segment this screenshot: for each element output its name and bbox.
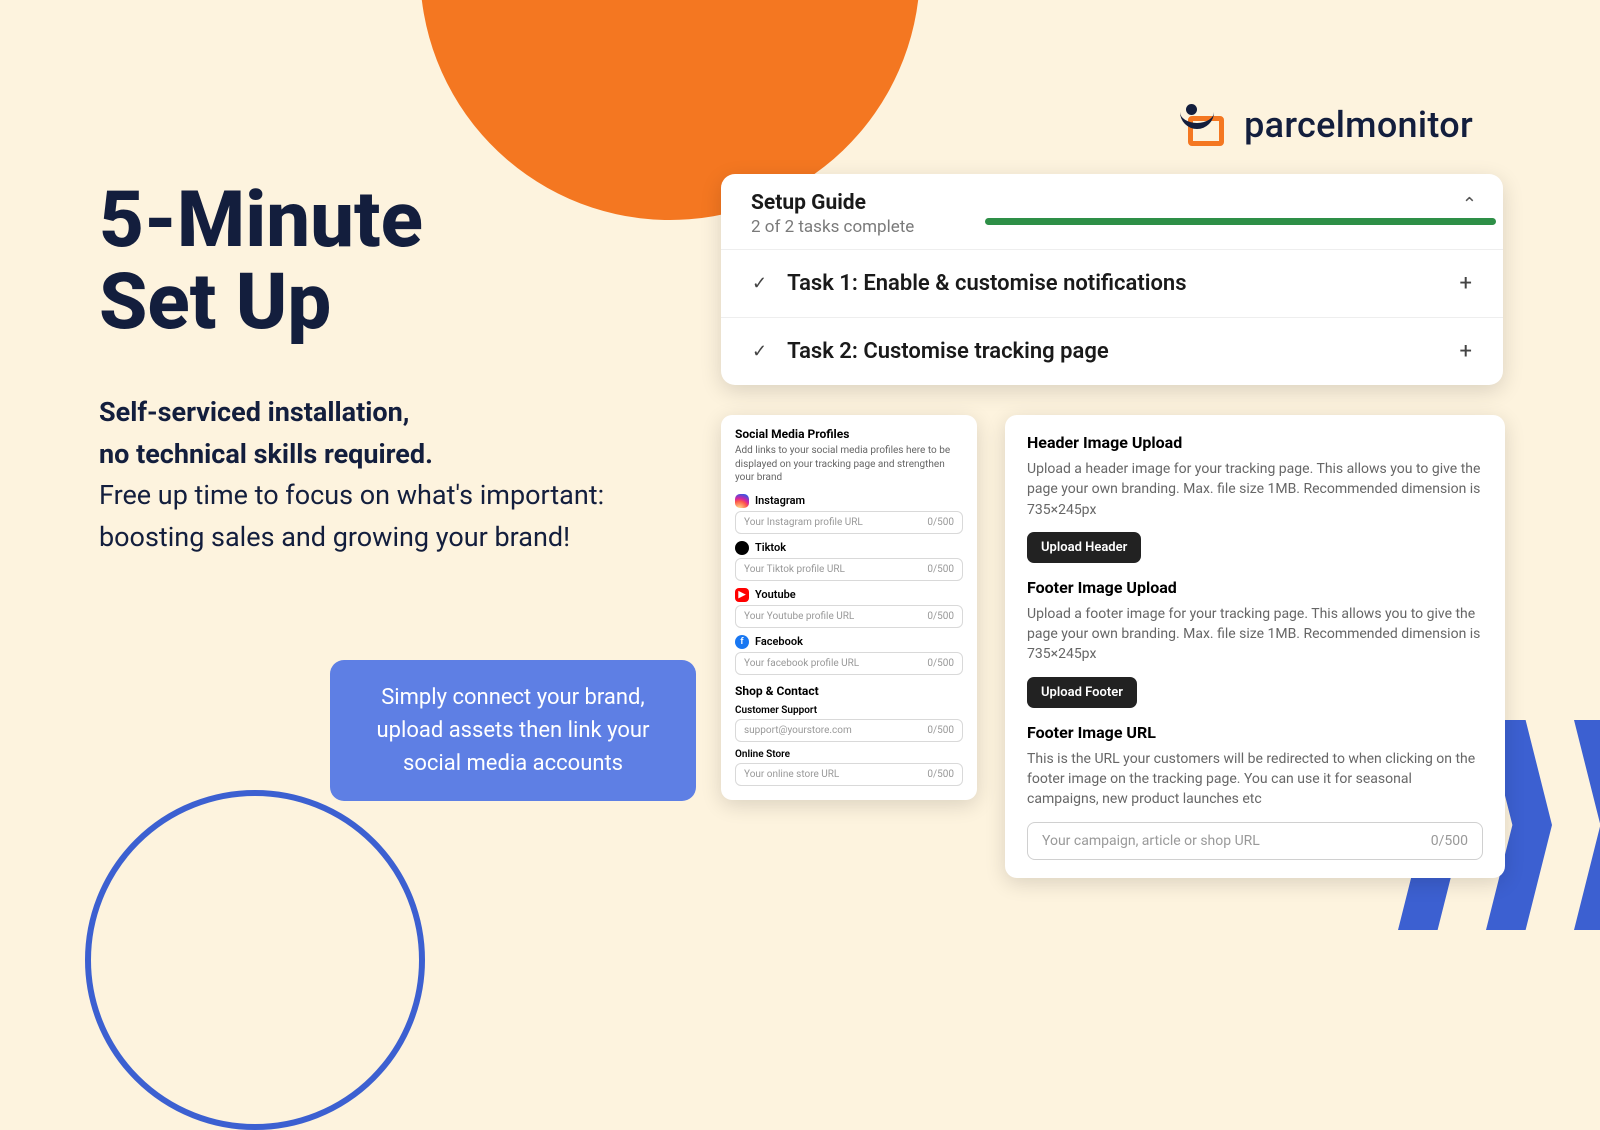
upload-card: Header Image Upload Upload a header imag… [1005,415,1505,878]
facebook-input[interactable]: Your facebook profile URL 0/500 [735,652,963,675]
callout-box: Simply connect your brand, upload assets… [330,660,696,801]
setup-guide-title: Setup Guide [751,191,1473,215]
task-title: Task 1: Enable & customise notifications [787,271,1186,296]
social-facebook: fFacebook Your facebook profile URL 0/50… [735,635,963,675]
setup-guide-card: Setup Guide 2 of 2 tasks complete ⌃ ✓ Ta… [721,174,1503,385]
customer-support-label: Customer Support [735,705,963,716]
social-instagram: Instagram Your Instagram profile URL 0/5… [735,494,963,534]
hero-subtext: Self-serviced installation, no technical… [99,392,619,559]
tiktok-input[interactable]: Your Tiktok profile URL 0/500 [735,558,963,581]
header-upload-desc: Upload a header image for your tracking … [1027,459,1483,520]
youtube-icon: ▶ [735,588,749,602]
social-media-card: Social Media Profiles Add links to your … [721,415,977,800]
social-title: Social Media Profiles [735,427,963,441]
task-title: Task 2: Customise tracking page [787,339,1109,364]
brand-name: parcelmonitor [1244,104,1473,146]
upload-header-button[interactable]: Upload Header [1027,532,1141,563]
social-tiktok: Tiktok Your Tiktok profile URL 0/500 [735,541,963,581]
check-icon: ✓ [752,341,767,362]
header-upload-title: Header Image Upload [1027,433,1483,452]
expand-icon[interactable]: + [1460,339,1472,364]
footer-upload-desc: Upload a footer image for your tracking … [1027,604,1483,665]
brand-logo-icon [1182,104,1230,146]
youtube-input[interactable]: Your Youtube profile URL 0/500 [735,605,963,628]
task-row-1[interactable]: ✓ Task 1: Enable & customise notificatio… [721,249,1503,317]
online-store-label: Online Store [735,749,963,760]
upload-footer-button[interactable]: Upload Footer [1027,677,1137,708]
hero-title: 5-Minute Set Up [99,180,619,344]
task-row-2[interactable]: ✓ Task 2: Customise tracking page + [721,317,1503,385]
online-store-input[interactable]: Your online store URL 0/500 [735,763,963,786]
footer-url-input[interactable]: Your campaign, article or shop URL 0/500 [1027,822,1483,860]
facebook-icon: f [735,635,749,649]
footer-url-desc: This is the URL your customers will be r… [1027,749,1483,810]
footer-url-title: Footer Image URL [1027,723,1483,742]
brand-logo: parcelmonitor [1182,104,1473,146]
social-youtube: ▶Youtube Your Youtube profile URL 0/500 [735,588,963,628]
expand-icon[interactable]: + [1460,271,1472,296]
social-desc: Add links to your social media profiles … [735,444,963,485]
collapse-icon[interactable]: ⌃ [1462,194,1477,215]
shop-contact-title: Shop & Contact [735,684,963,698]
instagram-input[interactable]: Your Instagram profile URL 0/500 [735,511,963,534]
customer-support-input[interactable]: support@yourstore.com 0/500 [735,719,963,742]
blue-arc-decor [85,790,425,1130]
progress-bar [985,218,1496,225]
check-icon: ✓ [752,273,767,294]
tiktok-icon [735,541,749,555]
footer-upload-title: Footer Image Upload [1027,578,1483,597]
instagram-icon [735,494,749,508]
